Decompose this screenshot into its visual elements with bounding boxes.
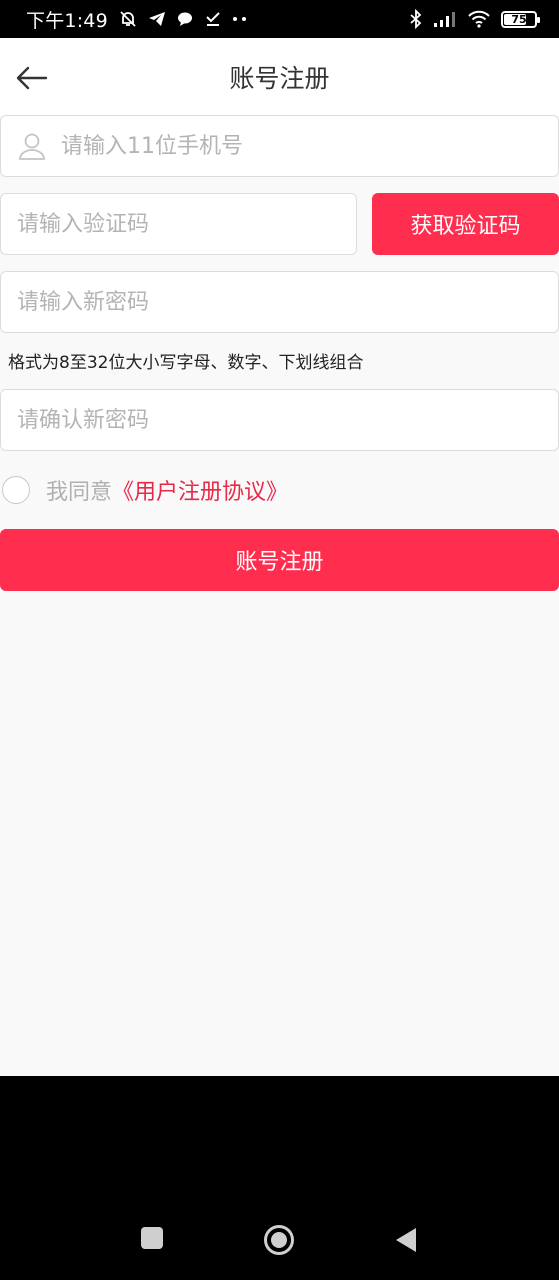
confirm-password-input[interactable] — [1, 407, 558, 433]
agreement-link[interactable]: 《用户注册协议》 — [112, 474, 288, 506]
system-nav-bar — [0, 1076, 559, 1280]
square-icon — [141, 1227, 163, 1249]
wifi-icon — [467, 10, 491, 28]
more-dots-icon — [232, 15, 248, 23]
bluetooth-icon — [409, 9, 423, 29]
status-right: 75 — [409, 9, 540, 29]
status-bar: 下午1:49 75 — [0, 0, 559, 38]
password-input[interactable] — [1, 289, 558, 315]
phone-field — [0, 115, 559, 177]
get-code-button[interactable]: 获取验证码 — [372, 193, 559, 255]
circle-icon — [264, 1225, 294, 1255]
arrow-left-icon — [16, 66, 48, 90]
agreement-row: 我同意 《用户注册协议》 — [2, 474, 288, 506]
agree-radio[interactable] — [2, 476, 30, 504]
battery-level: 75 — [511, 12, 527, 26]
battery-icon: 75 — [501, 10, 540, 28]
agree-prefix: 我同意 — [46, 480, 113, 505]
system-back-button[interactable] — [394, 1227, 418, 1257]
page-title: 账号注册 — [229, 64, 330, 93]
signal-icon — [433, 10, 457, 28]
status-left: 下午1:49 — [26, 6, 248, 33]
phone-input[interactable] — [47, 133, 558, 159]
telegram-icon — [148, 10, 166, 28]
user-icon — [17, 131, 47, 161]
password-hint: 格式为8至32位大小写字母、数字、下划线组合 — [8, 353, 364, 373]
download-done-icon — [204, 10, 222, 28]
back-button[interactable] — [12, 58, 52, 98]
recent-apps-button[interactable] — [140, 1226, 164, 1254]
home-button[interactable] — [263, 1224, 295, 1260]
confirm-password-field — [0, 389, 559, 451]
screen: 下午1:49 75 账号注册 请输入11位手机号 请输入验证码 获取验证码 格式… — [0, 0, 559, 1280]
register-page: 账号注册 获取验证码 格式为8至32位大小写字母、数字、下划线组合 我同意 《用… — [0, 38, 559, 1076]
password-field — [0, 271, 559, 333]
triangle-back-icon — [396, 1228, 416, 1252]
status-time: 下午1:49 — [26, 9, 108, 32]
nav-bar: 账号注册 — [0, 38, 559, 116]
message-bubble-icon — [176, 10, 194, 28]
register-button[interactable]: 账号注册 — [0, 529, 559, 591]
muted-bell-icon — [118, 9, 138, 29]
code-field — [0, 193, 357, 255]
code-input[interactable] — [1, 211, 356, 237]
